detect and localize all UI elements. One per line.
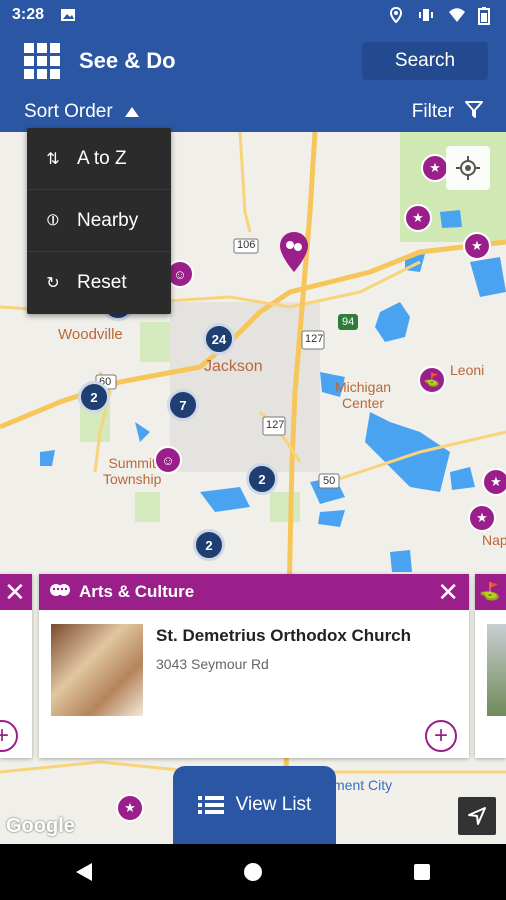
place-name: St. Demetrius Orthodox Church [156,626,412,645]
route-127-label: 127 [266,419,285,431]
view-list-button[interactable]: View List [173,766,336,844]
sort-order-button[interactable]: Sort Order [24,101,139,123]
leoni-label: Leoni [450,362,485,378]
sort-nearby-item[interactable]: ⦶ Nearby [27,190,171,252]
apps-grid-icon[interactable] [24,43,60,79]
recreation-poi-icon[interactable]: ★ [482,468,506,496]
search-button[interactable]: Search [362,42,488,80]
reset-icon: ↻ [46,275,60,292]
vibrate-icon [418,7,434,23]
sort-order-menu: ⇅ A to Z ⦶ Nearby ↻ Reset [27,128,171,314]
route-50-label: 50 [323,475,336,487]
card-body: St. Demetrius Orthodox Church 3043 Seymo… [39,610,469,758]
map-cluster[interactable]: 2 [246,463,278,495]
recreation-poi-icon[interactable]: ★ [468,504,496,532]
app-bar: See & Do Search [0,30,506,92]
my-location-button[interactable] [446,146,490,190]
close-icon[interactable]: ✕ [4,577,26,608]
list-icon [197,796,224,814]
recreation-poi-icon[interactable]: ★ [421,154,449,182]
back-icon[interactable] [74,861,94,883]
map-cluster[interactable]: 2 [78,381,110,413]
recreation-poi-icon[interactable]: ★ [404,204,432,232]
filter-button[interactable]: Filter [412,99,484,125]
status-time: 3:28 [12,6,45,23]
filter-icon [464,99,484,125]
arts-culture-icon [49,581,71,604]
place-thumbnail [51,624,143,716]
place-card[interactable]: Arts & Culture ✕ St. Demetrius Orthodox … [39,574,469,758]
route-127-label: 127 [305,333,324,345]
home-icon[interactable] [242,861,264,883]
navigate-button[interactable] [458,797,496,835]
recreation-poi-icon[interactable]: ★ [463,232,491,260]
napoleon-label: Nap [482,532,506,548]
michigan-center-label: Michigan Center [335,379,392,411]
place-address: 3043 Seymour Rd [156,656,269,672]
status-bar: 3:28 [0,0,506,30]
bottom-city-label: ment City [333,777,393,793]
sort-order-label: Sort Order [24,101,113,122]
location-icon [388,6,404,24]
nearby-icon: ⦶ [47,211,59,229]
filter-label: Filter [411,101,454,122]
golf-icon: ⛳ [479,582,501,601]
recreation-poi-icon[interactable]: ★ [116,794,144,822]
close-icon[interactable]: ✕ [437,577,459,608]
menu-item-label: Nearby [77,209,139,231]
summit-township-label: Summit Township [103,455,162,487]
route-106-label: 106 [237,239,256,251]
system-nav-bar [0,844,506,900]
map-cluster[interactable]: 24 [203,323,235,355]
jackson-label: Jackson [204,358,263,375]
card-header: Arts & Culture ✕ [39,574,469,610]
woodville-label: Woodville [58,326,123,343]
arts-culture-pin-icon[interactable] [280,232,308,272]
card-body: + [0,610,32,758]
add-icon[interactable]: + [425,720,457,752]
family-poi-icon[interactable]: ☺ [154,446,182,474]
sort-reset-item[interactable]: ↻ Reset [27,252,171,314]
menu-item-label: A to Z [77,147,127,169]
sort-a-to-z-item[interactable]: ⇅ A to Z [27,128,171,190]
battery-icon [478,7,494,25]
map-cluster[interactable]: 2 [193,529,225,561]
card-body [475,610,506,758]
card-header: ✕ [0,574,32,610]
partial-card-right[interactable]: ⛳ [475,574,506,758]
google-logo: Google [6,815,75,837]
card-category: Arts & Culture [79,582,195,601]
crosshair-icon [456,156,480,180]
sort-icon: ⇅ [46,150,60,168]
filter-bar: Sort Order Filter [0,92,506,132]
add-icon[interactable]: + [0,720,18,752]
chevron-up-icon [124,107,139,117]
card-header: ⛳ [475,574,506,610]
wifi-icon [448,7,465,23]
image-icon [60,7,76,23]
route-94-label: 94 [342,316,355,328]
place-thumbnail [487,624,506,716]
page-title: See & Do [79,48,176,73]
golf-poi-icon[interactable]: ⛳ [418,366,446,394]
map-cluster[interactable]: 7 [167,389,199,421]
view-list-label: View List [235,794,312,815]
recents-icon[interactable] [412,862,432,882]
menu-item-label: Reset [77,272,127,293]
navigation-arrow-icon [468,807,486,825]
partial-card-left[interactable]: ✕ + [0,574,32,758]
